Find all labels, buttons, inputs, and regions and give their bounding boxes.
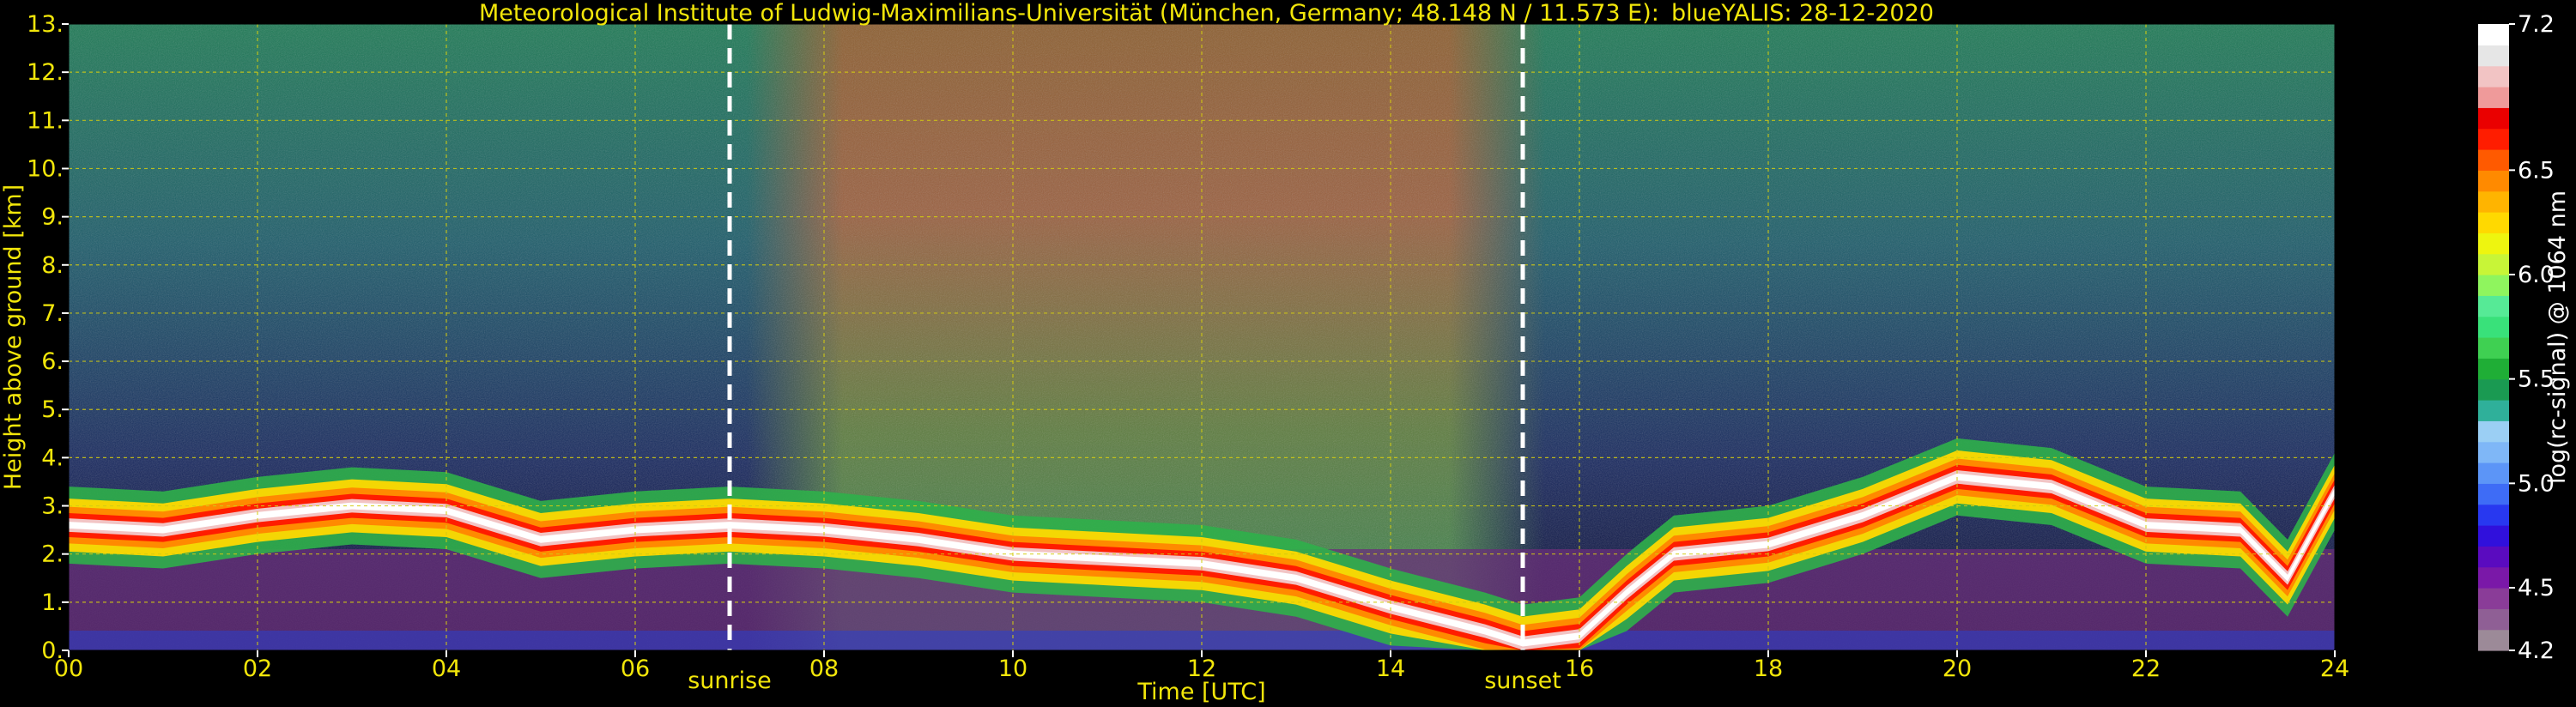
colorbar-segment: [2478, 316, 2509, 338]
x-tick-label: 22: [2131, 656, 2161, 682]
colorbar-segment: [2478, 233, 2509, 255]
y-axis-label: Height above ground [km]: [0, 184, 27, 490]
y-tick-label: 7.: [41, 300, 64, 327]
x-tick-label: 18: [1754, 656, 1783, 682]
y-tick-label: 8.: [41, 252, 64, 279]
y-tick-label: 12.: [27, 59, 64, 86]
colorbar-tick-label: 7.2: [2518, 11, 2555, 38]
colorbar-segment: [2478, 400, 2509, 421]
y-tick-label: 9.: [41, 204, 64, 231]
colorbar-label: log(rc-signal) @ 1064 nm: [2544, 190, 2571, 484]
y-tick-label: 13.: [27, 11, 64, 38]
colorbar-segment: [2478, 87, 2509, 108]
lidar-chart: sunrise sunset 00 02 04 06 08 10 12 14 16 18 20 22 24…: [0, 0, 2571, 705]
colorbar-tick-label: 6.5: [2518, 157, 2555, 184]
x-tick-label: 08: [809, 656, 839, 682]
colorbar-segment: [2478, 462, 2509, 484]
colorbar-segment: [2478, 170, 2509, 192]
colorbar-segment: [2478, 629, 2509, 651]
marker-sunset-label: sunset: [1484, 668, 1561, 694]
colorbar: 4.24.55.05.56.06.57.2: [2478, 11, 2555, 664]
y-tick-label: 1.: [41, 589, 64, 616]
colorbar-tick-label: 4.5: [2518, 575, 2555, 601]
colorbar-segment: [2478, 504, 2509, 526]
colorbar-segment: [2478, 441, 2509, 463]
y-tick-label: 3.: [41, 493, 64, 520]
colorbar-segment: [2478, 128, 2509, 150]
colorbar-segment: [2478, 420, 2509, 443]
colorbar-segment: [2478, 253, 2509, 275]
y-tick-label: 4.: [41, 444, 64, 471]
x-axis-label: Time [UTC]: [1136, 679, 1265, 705]
colorbar-segment: [2478, 295, 2509, 317]
colorbar-segment: [2478, 149, 2509, 171]
chart-subtitle: blueYALIS: 28-12-2020: [1671, 0, 1934, 27]
colorbar-segment: [2478, 337, 2509, 359]
x-tick-label: 16: [1565, 656, 1594, 682]
colorbar-segment: [2478, 358, 2509, 380]
colorbar-tick-label: 4.2: [2518, 638, 2555, 664]
colorbar-segment: [2478, 608, 2509, 631]
y-tick-label: 0.: [41, 638, 64, 664]
marker-sunrise-label: sunrise: [688, 668, 772, 694]
colorbar-segment: [2478, 525, 2509, 547]
colorbar-segment: [2478, 566, 2509, 589]
x-tick-label: 14: [1376, 656, 1405, 682]
colorbar-segment: [2478, 45, 2509, 67]
chart-title: Meteorological Institute of Ludwig-Maxim…: [479, 0, 1659, 27]
y-tick-label: 6.: [41, 348, 64, 375]
colorbar-segment: [2478, 378, 2509, 401]
colorbar-segment: [2478, 275, 2509, 296]
colorbar-segment: [2478, 212, 2509, 233]
x-tick-label: 06: [621, 656, 650, 682]
colorbar-segment: [2478, 483, 2509, 505]
x-tick-label: 24: [2320, 656, 2349, 682]
x-tick-label: 10: [998, 656, 1027, 682]
y-tick-label: 2.: [41, 541, 64, 568]
y-tick-label: 5.: [41, 396, 64, 423]
x-tick-label: 04: [432, 656, 461, 682]
y-tick-label: 11.: [27, 107, 64, 134]
colorbar-segment: [2478, 107, 2509, 130]
x-tick-label: 20: [1943, 656, 1972, 682]
y-tick-label: 10.: [27, 155, 64, 182]
x-tick-label: 02: [243, 656, 272, 682]
colorbar-segment: [2478, 546, 2509, 568]
colorbar-segment: [2478, 588, 2509, 609]
colorbar-segment: [2478, 24, 2509, 45]
colorbar-segment: [2478, 190, 2509, 213]
colorbar-segment: [2478, 65, 2509, 88]
